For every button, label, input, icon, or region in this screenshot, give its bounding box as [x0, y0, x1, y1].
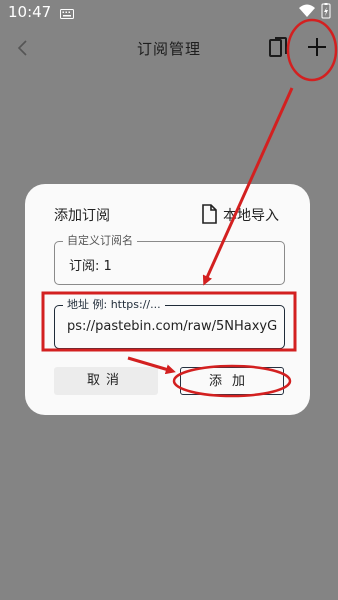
- subscription-url-value: ps://pastebin.com/raw/5NHaxyGR: [67, 319, 277, 334]
- wifi-icon: [299, 4, 315, 17]
- subscription-url-legend: 地址 例: https://...: [63, 298, 165, 312]
- status-time: 10:47: [8, 3, 52, 21]
- status-bar: 10:47: [0, 0, 338, 24]
- book-icon: [269, 37, 287, 57]
- add-button[interactable]: 添加: [180, 367, 284, 395]
- file-icon: [202, 204, 217, 224]
- local-import-label: 本地导入: [223, 208, 279, 224]
- status-icons: [298, 3, 332, 23]
- cancel-button[interactable]: 取消: [54, 367, 158, 395]
- subscription-name-legend: 自定义订阅名: [63, 234, 137, 248]
- subscription-name-field[interactable]: 自定义订阅名 订阅: 1: [54, 234, 285, 285]
- subscription-url-field[interactable]: 地址 例: https://... ps://pastebin.com/raw/…: [54, 298, 285, 349]
- dialog-title: 添加订阅: [54, 208, 110, 224]
- book-button[interactable]: [268, 36, 290, 60]
- subscription-name-value: 订阅: 1: [69, 259, 112, 274]
- plus-icon: [308, 38, 326, 56]
- add-subscription-dialog: 添加订阅 本地导入 自定义订阅名 订阅: 1 地址 例: https://...…: [25, 184, 310, 415]
- keyboard-icon: [60, 7, 74, 23]
- app-bar: 订阅管理: [0, 24, 338, 72]
- add-subscription-button[interactable]: [303, 33, 331, 61]
